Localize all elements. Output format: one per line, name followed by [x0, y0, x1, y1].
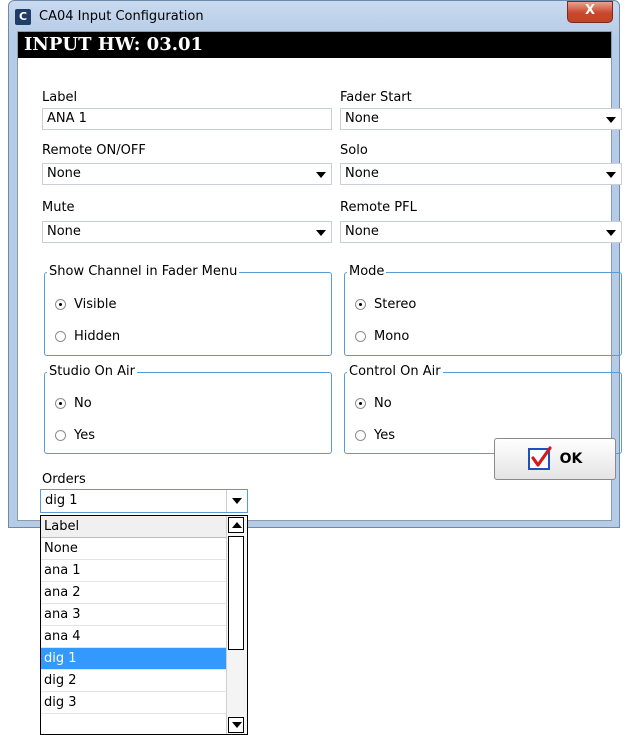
radio-hidden-label: Hidden	[74, 329, 121, 344]
radio-studio-yes[interactable]: Yes	[55, 428, 95, 443]
mode-legend: Mode	[347, 264, 387, 279]
radio-control-yes-label: Yes	[374, 428, 395, 443]
window-title: CA04 Input Configuration	[39, 9, 204, 24]
studio-on-air-legend: Studio On Air	[47, 364, 137, 379]
remote-pfl-select[interactable]: None	[340, 221, 622, 243]
fader-start-label: Fader Start	[340, 90, 412, 105]
radio-checked-icon	[355, 398, 366, 409]
label-field-label: Label	[42, 90, 78, 105]
radio-checked-icon	[55, 398, 66, 409]
dropdown-scrollbar[interactable]	[226, 516, 247, 734]
chevron-down-icon	[316, 230, 326, 236]
remote-on-off-value: None	[47, 166, 81, 181]
list-item[interactable]: ana 1	[41, 560, 227, 582]
chevron-down-icon	[232, 498, 242, 504]
list-item[interactable]: ana 4	[41, 626, 227, 648]
remote-pfl-value: None	[345, 224, 379, 239]
radio-control-yes[interactable]: Yes	[355, 428, 395, 443]
chevron-down-icon	[606, 172, 616, 178]
orders-select-value: dig 1	[45, 493, 78, 508]
orders-dropdown-list: Label None ana 1 ana 2 ana 3 ana 4 dig 1…	[40, 515, 248, 735]
mute-select[interactable]: None	[42, 221, 332, 243]
show-channel-group: Show Channel in Fader Menu Visible Hidde…	[44, 264, 332, 356]
radio-studio-no[interactable]: No	[55, 396, 92, 411]
ok-button[interactable]: OK	[494, 438, 616, 480]
list-item[interactable]: ana 2	[41, 582, 227, 604]
list-item[interactable]: None	[41, 538, 227, 560]
orders-select[interactable]: dig 1	[40, 489, 248, 513]
input-header: INPUT HW: 03.01	[18, 32, 611, 58]
mute-label: Mute	[42, 200, 75, 215]
radio-studio-yes-label: Yes	[74, 428, 95, 443]
radio-stereo-label: Stereo	[374, 297, 417, 312]
label-input-value: ANA 1	[47, 111, 87, 126]
label-input[interactable]: ANA 1	[42, 108, 332, 130]
radio-visible[interactable]: Visible	[55, 297, 116, 312]
radio-control-no[interactable]: No	[355, 396, 392, 411]
orders-label: Orders	[42, 472, 86, 487]
show-channel-legend: Show Channel in Fader Menu	[47, 264, 240, 279]
radio-mono[interactable]: Mono	[355, 329, 409, 344]
radio-checked-icon	[355, 299, 366, 310]
studio-on-air-group: Studio On Air No Yes	[44, 364, 332, 454]
checkmark-icon	[527, 446, 552, 470]
radio-control-no-label: No	[374, 396, 392, 411]
radio-stereo[interactable]: Stereo	[355, 297, 416, 312]
radio-unchecked-icon	[355, 331, 366, 342]
radio-studio-no-label: No	[74, 396, 92, 411]
scroll-up-icon[interactable]	[228, 517, 244, 533]
list-item[interactable]: dig 3	[41, 692, 227, 714]
fader-start-value: None	[345, 111, 379, 126]
close-button[interactable]: X	[567, 1, 613, 23]
radio-visible-label: Visible	[74, 297, 117, 312]
remote-pfl-label: Remote PFL	[340, 200, 417, 215]
radio-checked-icon	[55, 299, 66, 310]
chevron-down-icon	[606, 117, 616, 123]
config-window: C CA04 Input Configuration X INPUT HW: 0…	[8, 0, 622, 528]
chevron-down-icon	[606, 230, 616, 236]
chevron-down-icon	[316, 172, 326, 178]
ok-button-label: OK	[559, 451, 583, 467]
radio-unchecked-icon	[55, 430, 66, 441]
title-bar[interactable]: C CA04 Input Configuration X	[9, 1, 619, 31]
orders-dropdown-button[interactable]	[226, 490, 247, 512]
scroll-down-icon[interactable]	[228, 717, 244, 733]
scroll-thumb[interactable]	[228, 536, 244, 650]
radio-unchecked-icon	[55, 331, 66, 342]
solo-select[interactable]: None	[340, 163, 622, 185]
remote-on-off-select[interactable]: None	[42, 163, 332, 185]
control-on-air-legend: Control On Air	[347, 364, 443, 379]
remote-on-off-label: Remote ON/OFF	[42, 143, 146, 158]
mode-group: Mode Stereo Mono	[344, 264, 622, 356]
solo-label: Solo	[340, 143, 368, 158]
app-icon: C	[15, 9, 31, 25]
radio-hidden[interactable]: Hidden	[55, 329, 120, 344]
list-item-selected[interactable]: dig 1	[41, 648, 227, 670]
radio-unchecked-icon	[355, 430, 366, 441]
fader-start-select[interactable]: None	[340, 108, 622, 130]
list-item[interactable]: dig 2	[41, 670, 227, 692]
solo-value: None	[345, 166, 379, 181]
radio-mono-label: Mono	[374, 329, 410, 344]
mute-value: None	[47, 224, 81, 239]
list-item[interactable]: ana 3	[41, 604, 227, 626]
list-item[interactable]: Label	[41, 516, 227, 538]
